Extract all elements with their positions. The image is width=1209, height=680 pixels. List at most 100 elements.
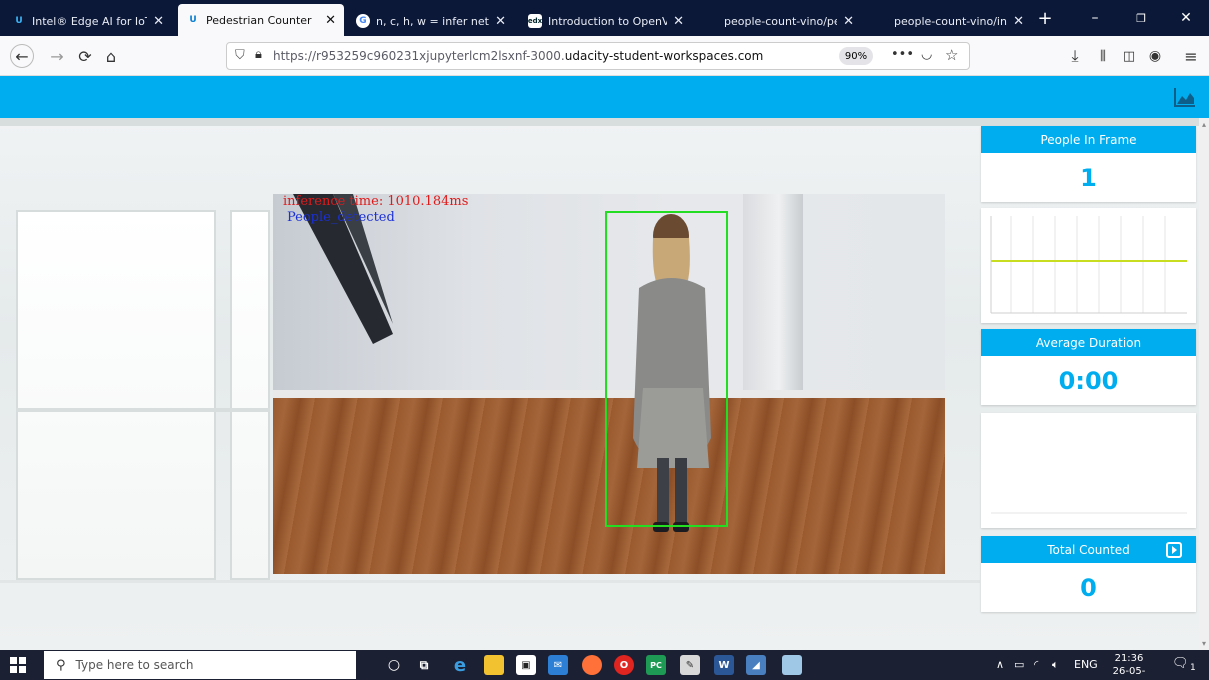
total-counted-card: Total Counted 0	[981, 536, 1196, 612]
pycharm-icon[interactable]: PC	[646, 655, 666, 675]
background-window	[230, 210, 270, 580]
clock-time: 21:36	[1114, 653, 1144, 664]
reload-button[interactable]: ⟳	[72, 44, 98, 68]
average-duration-label: Average Duration	[981, 329, 1196, 356]
app-header-bar	[0, 76, 1209, 118]
tab-infer-network[interactable]: G n, c, h, w = infer network ✕	[348, 6, 514, 36]
opera-icon[interactable]: O	[614, 655, 634, 675]
windows-taskbar: ⚲ Type here to search ○ ⧉ e ▣ ✉ O PC ✎ W…	[0, 650, 1209, 680]
close-icon[interactable]: ✕	[1013, 14, 1024, 29]
average-duration-value: 0:00	[1058, 366, 1119, 395]
close-icon[interactable]: ✕	[843, 14, 854, 29]
notification-count: 1	[1190, 663, 1196, 673]
lock-icon[interactable]: 🔒︎	[255, 47, 262, 62]
back-button[interactable]: ←	[10, 44, 34, 68]
stats-panel: People In Frame 1 Average Duration 0:00 …	[981, 126, 1196, 626]
people-in-frame-chart	[981, 208, 1196, 323]
library-icon[interactable]: ⫼	[1090, 44, 1116, 68]
close-icon[interactable]: ✕	[153, 14, 164, 29]
edge-browser-icon[interactable]: e	[450, 655, 470, 676]
tab-pedestrian-counter[interactable]: U Pedestrian Counter ✕	[178, 4, 344, 36]
new-tab-button[interactable]: +	[1030, 0, 1060, 36]
area-chart-icon[interactable]	[1173, 86, 1197, 108]
close-icon[interactable]: ✕	[673, 14, 684, 29]
task-view-icon[interactable]: ⧉	[414, 655, 434, 675]
windows-start-icon[interactable]	[10, 657, 26, 673]
account-icon[interactable]: ◉	[1142, 44, 1168, 68]
browser-tab-strip: U Intel® Edge AI for IoT De ✕ U Pedestri…	[0, 0, 1209, 36]
google-icon: G	[356, 14, 370, 28]
url-text[interactable]: https://r953259c960231xjupyterlcm2lsxnf-…	[273, 49, 763, 63]
firefox-icon[interactable]	[582, 655, 602, 675]
detection-bounding-box	[605, 211, 728, 527]
tab-people-count-vino-2[interactable]: people-count-vino/infer ✕	[866, 6, 1032, 36]
background-ceiling	[0, 118, 1209, 126]
total-counted-header: Total Counted	[981, 536, 1196, 563]
edx-icon: edx	[528, 14, 542, 28]
blank-page-icon	[874, 14, 888, 28]
people-detected-label: People_detected	[287, 210, 395, 225]
background-floor-line	[0, 580, 980, 583]
zoom-level-badge[interactable]: 90%	[839, 47, 873, 65]
home-button[interactable]: ⌂	[98, 44, 124, 68]
page-scrollbar[interactable]: ▴ ▾	[1199, 118, 1209, 650]
tab-openvino-intro[interactable]: edx Introduction to OpenVIN ✕	[520, 6, 692, 36]
bookmark-star-icon[interactable]: ☆	[945, 46, 958, 64]
people-in-frame-card: People In Frame 1	[981, 126, 1196, 202]
taskbar-search-placeholder: Type here to search	[75, 658, 194, 672]
blank-page-icon	[704, 14, 718, 28]
browser-navbar: ← → ⟳ ⌂ ⛉ 🔒︎ https://r953259c960231xjupy…	[0, 36, 1209, 76]
notepad-icon[interactable]: ✎	[680, 655, 700, 675]
page-actions-icon[interactable]: •••	[891, 47, 914, 62]
word-icon[interactable]: W	[714, 655, 734, 675]
udacity-icon: U	[15, 16, 23, 26]
video-feed: inference time: 1010.184ms People_detect…	[273, 194, 945, 574]
taskbar-search-input[interactable]: ⚲ Type here to search	[44, 651, 356, 679]
average-duration-card: Average Duration 0:00	[981, 329, 1196, 405]
tab-intel-edge-ai[interactable]: U Intel® Edge AI for IoT De ✕	[4, 6, 172, 36]
play-icon[interactable]	[1166, 542, 1182, 558]
taskbar-clock[interactable]: 21:36 26-05-2020	[1104, 652, 1154, 680]
mail-icon[interactable]: ✉	[548, 655, 568, 675]
close-icon[interactable]: ✕	[495, 14, 506, 29]
average-duration-chart-svg	[991, 512, 1187, 514]
wifi-icon[interactable]: ◜	[1034, 658, 1038, 671]
photos-icon[interactable]: ◢	[746, 655, 766, 675]
main-content: inference time: 1010.184ms People_detect…	[0, 118, 1209, 650]
shield-icon[interactable]: ⛉	[235, 48, 245, 63]
paint-icon[interactable]	[782, 655, 802, 675]
total-counted-value: 0	[1080, 573, 1097, 602]
tray-chevron-icon[interactable]: ∧	[996, 658, 1004, 671]
scroll-up-icon[interactable]: ▴	[1199, 120, 1209, 129]
background-window-rail	[16, 408, 270, 412]
people-in-frame-chart-svg	[990, 216, 1187, 314]
tab-people-count-vino-1[interactable]: people-count-vino/peop ✕	[696, 6, 862, 36]
notification-center-icon[interactable]: 🗨︎	[1172, 656, 1189, 671]
sidebar-icon[interactable]: ◫	[1116, 44, 1142, 68]
total-counted-label: Total Counted	[1047, 542, 1130, 557]
store-icon[interactable]: ▣	[516, 655, 536, 675]
volume-icon[interactable]: 🔈︎	[1052, 658, 1059, 672]
language-indicator[interactable]: ENG	[1074, 658, 1098, 671]
battery-icon[interactable]: ▭	[1014, 658, 1024, 671]
address-bar[interactable]: ⛉ 🔒︎ https://r953259c960231xjupyterlcm2l…	[226, 42, 970, 70]
people-in-frame-label: People In Frame	[981, 126, 1196, 153]
inference-time-text: inference time: 1010.184ms	[283, 194, 469, 209]
close-icon[interactable]: ✕	[325, 13, 336, 28]
restore-button[interactable]: ❐	[1118, 0, 1164, 36]
udacity-icon: U	[189, 15, 197, 25]
cortana-icon[interactable]: ○	[384, 655, 404, 675]
background-window	[16, 210, 216, 580]
forward-button[interactable]: →	[44, 44, 70, 68]
minimize-button[interactable]: –	[1072, 0, 1118, 36]
search-icon: ⚲	[56, 657, 66, 673]
people-in-frame-value: 1	[1080, 163, 1097, 192]
clock-date: 26-05-2020	[1112, 666, 1146, 680]
downloads-icon[interactable]: ⤓	[1062, 44, 1088, 68]
file-explorer-icon[interactable]	[484, 655, 504, 675]
average-duration-chart	[981, 413, 1196, 528]
menu-icon[interactable]: ≡	[1178, 44, 1204, 68]
window-close-button[interactable]: ✕	[1163, 0, 1209, 36]
scroll-down-icon[interactable]: ▾	[1199, 639, 1209, 648]
pocket-icon[interactable]: ◡	[921, 47, 932, 62]
